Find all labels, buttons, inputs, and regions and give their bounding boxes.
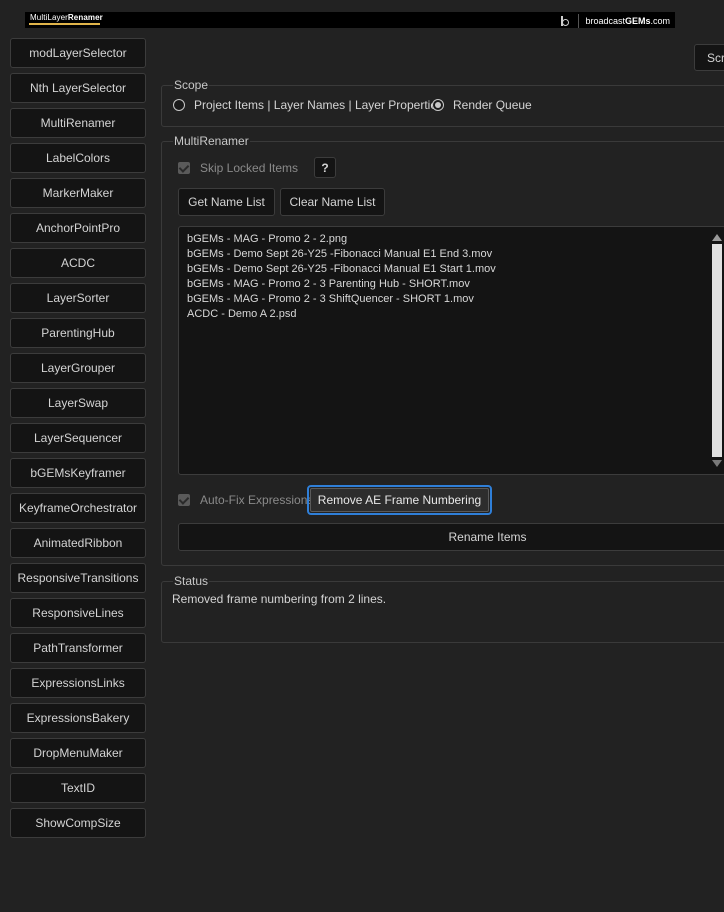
- scripts-button[interactable]: Scr: [694, 44, 724, 71]
- tool-button[interactable]: LayerSequencer: [10, 423, 146, 453]
- name-list-line: bGEMs - MAG - Promo 2 - 2.png: [187, 233, 348, 245]
- multirenamer-title: MultiRenamer: [173, 134, 250, 148]
- tool-button[interactable]: ResponsiveLines: [10, 598, 146, 628]
- tool-button[interactable]: ExpressionsLinks: [10, 668, 146, 698]
- brand-text: broadcastGEMs.com: [585, 16, 670, 26]
- name-list-textarea[interactable]: bGEMs - MAG - Promo 2 - 2.png bGEMs - Dem…: [178, 226, 724, 475]
- tool-button[interactable]: ExpressionsBakery: [10, 703, 146, 733]
- name-list-content: bGEMs - MAG - Promo 2 - 2.png bGEMs - Dem…: [187, 232, 717, 322]
- tool-button[interactable]: LayerGrouper: [10, 353, 146, 383]
- tool-button[interactable]: AnimatedRibbon: [10, 528, 146, 558]
- scroll-down-icon[interactable]: [712, 460, 722, 467]
- name-list-line: bGEMs - MAG - Promo 2 - 3 Parenting Hub …: [187, 278, 470, 290]
- tool-button[interactable]: ParentingHub: [10, 318, 146, 348]
- logo-underline: [29, 23, 100, 25]
- status-panel: Status Removed frame numbering from 2 li…: [161, 574, 724, 643]
- remove-frame-numbering-button[interactable]: Remove AE Frame Numbering: [310, 488, 489, 512]
- brand-mark-icon: [560, 15, 570, 27]
- get-name-list-button[interactable]: Get Name List: [178, 188, 275, 216]
- help-button[interactable]: ?: [314, 157, 336, 178]
- scope-option-project-label: Project Items | Layer Names | Layer Prop…: [194, 98, 443, 112]
- checkbox-icon[interactable]: [178, 162, 190, 174]
- scope-option-project[interactable]: Project Items | Layer Names | Layer Prop…: [173, 98, 443, 112]
- name-list-line: ACDC - Demo A 2.psd: [187, 308, 297, 320]
- tool-button[interactable]: ResponsiveTransitions: [10, 563, 146, 593]
- tool-button[interactable]: MarkerMaker: [10, 178, 146, 208]
- scope-panel: Scope Project Items | Layer Names | Laye…: [161, 78, 724, 127]
- name-list-line: bGEMs - Demo Sept 26-Y25 -Fibonacci Manu…: [187, 263, 496, 275]
- tool-button[interactable]: DropMenuMaker: [10, 738, 146, 768]
- skip-locked-label: Skip Locked Items: [200, 161, 299, 175]
- tool-button[interactable]: bGEMsKeyframer: [10, 458, 146, 488]
- name-list-scrollbar[interactable]: [709, 227, 724, 474]
- status-title: Status: [173, 574, 210, 588]
- radio-project[interactable]: [173, 99, 185, 111]
- rename-items-label: Rename Items: [448, 530, 527, 544]
- scope-option-render-label: Render Queue: [453, 98, 532, 112]
- tool-button[interactable]: PathTransformer: [10, 633, 146, 663]
- tool-button[interactable]: MultiRenamer: [10, 108, 146, 138]
- tool-button[interactable]: modLayerSelector: [10, 38, 146, 68]
- scope-option-render[interactable]: Render Queue: [432, 98, 532, 112]
- radio-render-queue[interactable]: [432, 99, 444, 111]
- header-banner: MultiLayerRenamer broadcastGEMs.com: [25, 12, 675, 28]
- skip-locked-checkbox[interactable]: Skip Locked Items: [178, 161, 298, 175]
- app-logo: MultiLayerRenamer: [30, 13, 103, 22]
- tool-button[interactable]: ACDC: [10, 248, 146, 278]
- remove-frame-numbering-focus: Remove AE Frame Numbering: [307, 485, 492, 515]
- tool-button[interactable]: LayerSwap: [10, 388, 146, 418]
- multirenamer-panel: MultiRenamer Skip Locked Items ? Get Nam…: [161, 134, 724, 566]
- status-message: Removed frame numbering from 2 lines.: [172, 592, 387, 606]
- clear-name-list-button[interactable]: Clear Name List: [280, 188, 385, 216]
- auto-fix-label: Auto-Fix Expressions: [200, 493, 314, 507]
- name-list-line: bGEMs - MAG - Promo 2 - 3 ShiftQuencer -…: [187, 293, 474, 305]
- tool-button[interactable]: ShowCompSize: [10, 808, 146, 838]
- tool-button[interactable]: AnchorPointPro: [10, 213, 146, 243]
- scope-title: Scope: [173, 78, 210, 92]
- checkbox-icon[interactable]: [178, 494, 190, 506]
- tool-button[interactable]: TextID: [10, 773, 146, 803]
- tool-button[interactable]: Nth LayerSelector: [10, 73, 146, 103]
- tool-button[interactable]: LayerSorter: [10, 283, 146, 313]
- tool-button[interactable]: KeyframeOrchestrator: [10, 493, 146, 523]
- tool-list: modLayerSelector Nth LayerSelector MultiRe…: [10, 38, 146, 843]
- scroll-up-icon[interactable]: [712, 234, 722, 241]
- brand-link[interactable]: broadcastGEMs.com: [560, 14, 670, 28]
- divider: [578, 14, 580, 28]
- tool-button[interactable]: LabelColors: [10, 143, 146, 173]
- auto-fix-checkbox[interactable]: Auto-Fix Expressions: [178, 493, 313, 507]
- name-list-line: bGEMs - Demo Sept 26-Y25 -Fibonacci Manu…: [187, 248, 493, 260]
- scroll-track[interactable]: [712, 244, 722, 457]
- rename-items-button[interactable]: Rename Items: [178, 523, 724, 551]
